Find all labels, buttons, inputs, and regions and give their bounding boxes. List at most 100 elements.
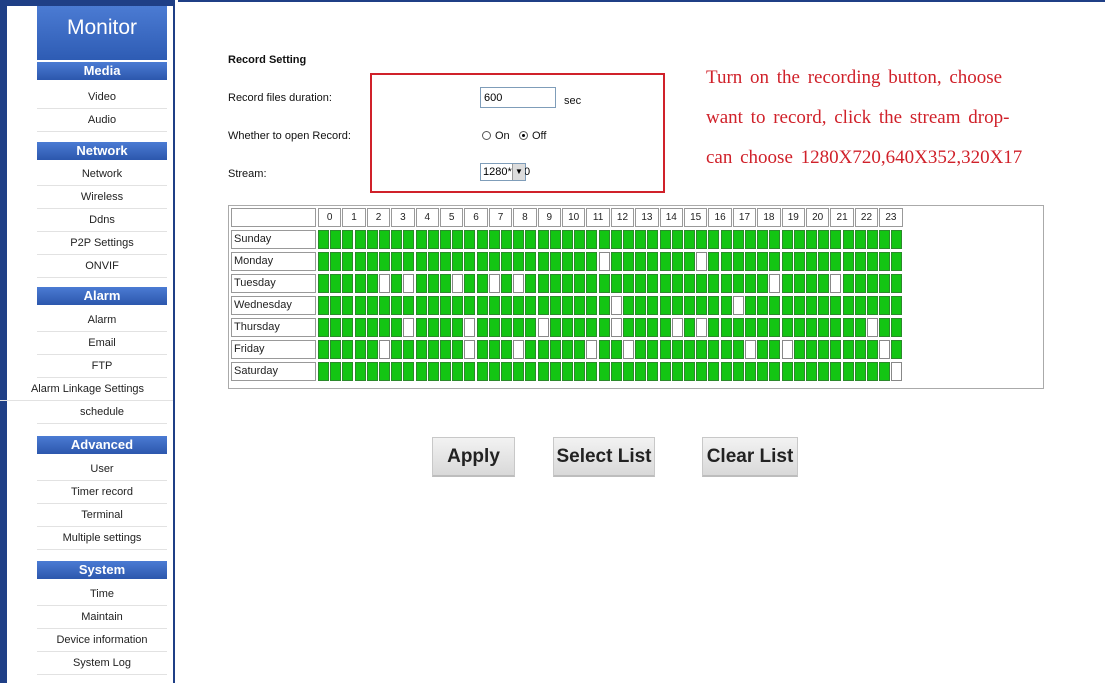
sidebar-item-onvif[interactable]: ONVIF	[37, 255, 167, 278]
schedule-slot[interactable]	[696, 230, 708, 249]
schedule-slot[interactable]	[793, 274, 805, 293]
schedule-slot[interactable]	[891, 362, 903, 381]
schedule-slot[interactable]	[537, 230, 549, 249]
schedule-slot[interactable]	[842, 274, 854, 293]
sidebar-section-media[interactable]: Media	[37, 62, 167, 80]
hour-header[interactable]: 22	[854, 208, 879, 227]
schedule-slot[interactable]	[403, 274, 415, 293]
schedule-slot[interactable]	[720, 318, 732, 337]
hour-header[interactable]: 8	[513, 208, 537, 227]
day-label[interactable]: Friday	[231, 340, 316, 359]
schedule-slot[interactable]	[854, 318, 866, 337]
schedule-slot[interactable]	[586, 340, 598, 359]
schedule-slot[interactable]	[610, 340, 622, 359]
schedule-slot[interactable]	[610, 362, 622, 381]
schedule-slot[interactable]	[769, 362, 781, 381]
schedule-slot[interactable]	[525, 230, 537, 249]
schedule-slot[interactable]	[635, 318, 647, 337]
schedule-slot[interactable]	[708, 296, 720, 315]
schedule-slot[interactable]	[745, 230, 756, 249]
schedule-slot[interactable]	[403, 296, 415, 315]
schedule-slot[interactable]	[610, 318, 622, 337]
schedule-slot[interactable]	[598, 274, 610, 293]
schedule-slot[interactable]	[781, 252, 793, 271]
schedule-slot[interactable]	[318, 318, 329, 337]
schedule-slot[interactable]	[318, 230, 329, 249]
schedule-slot[interactable]	[818, 340, 830, 359]
schedule-slot[interactable]	[574, 318, 586, 337]
hour-header[interactable]: 3	[391, 208, 415, 227]
schedule-slot[interactable]	[440, 296, 451, 315]
schedule-slot[interactable]	[842, 296, 854, 315]
schedule-slot[interactable]	[537, 296, 549, 315]
sidebar-section-advanced[interactable]: Advanced	[37, 436, 167, 454]
schedule-slot[interactable]	[318, 362, 329, 381]
schedule-slot[interactable]	[781, 230, 793, 249]
schedule-slot[interactable]	[610, 230, 622, 249]
schedule-slot[interactable]	[623, 230, 634, 249]
schedule-slot[interactable]	[830, 362, 842, 381]
schedule-slot[interactable]	[440, 252, 451, 271]
schedule-slot[interactable]	[415, 296, 427, 315]
schedule-slot[interactable]	[696, 340, 708, 359]
schedule-slot[interactable]	[818, 318, 830, 337]
schedule-slot[interactable]	[708, 274, 720, 293]
schedule-slot[interactable]	[745, 296, 756, 315]
schedule-slot[interactable]	[330, 230, 342, 249]
schedule-slot[interactable]	[452, 340, 464, 359]
schedule-slot[interactable]	[586, 230, 598, 249]
sidebar-item-maintain[interactable]: Maintain	[37, 606, 167, 629]
schedule-slot[interactable]	[354, 252, 366, 271]
schedule-slot[interactable]	[842, 318, 854, 337]
schedule-slot[interactable]	[415, 252, 427, 271]
schedule-slot[interactable]	[330, 340, 342, 359]
schedule-slot[interactable]	[366, 252, 378, 271]
schedule-slot[interactable]	[501, 340, 512, 359]
schedule-slot[interactable]	[623, 362, 634, 381]
schedule-slot[interactable]	[464, 362, 476, 381]
schedule-slot[interactable]	[769, 252, 781, 271]
schedule-slot[interactable]	[720, 274, 732, 293]
schedule-slot[interactable]	[464, 318, 476, 337]
hour-header[interactable]: 19	[781, 208, 805, 227]
schedule-slot[interactable]	[720, 362, 732, 381]
hour-header[interactable]: 14	[659, 208, 683, 227]
schedule-slot[interactable]	[366, 230, 378, 249]
schedule-slot[interactable]	[513, 318, 525, 337]
schedule-slot[interactable]	[586, 296, 598, 315]
schedule-slot[interactable]	[403, 362, 415, 381]
schedule-slot[interactable]	[427, 318, 439, 337]
schedule-slot[interactable]	[488, 274, 500, 293]
day-label[interactable]: Sunday	[231, 230, 316, 249]
hour-header[interactable]: 6	[464, 208, 488, 227]
schedule-slot[interactable]	[891, 230, 903, 249]
day-label[interactable]: Saturday	[231, 362, 316, 381]
schedule-slot[interactable]	[854, 274, 866, 293]
hour-header[interactable]: 13	[635, 208, 659, 227]
schedule-slot[interactable]	[379, 230, 390, 249]
schedule-slot[interactable]	[342, 230, 354, 249]
schedule-slot[interactable]	[696, 274, 708, 293]
schedule-slot[interactable]	[818, 230, 830, 249]
apply-button[interactable]: Apply	[432, 437, 515, 477]
sidebar-item-ddns[interactable]: Ddns	[37, 209, 167, 232]
sidebar-item-network[interactable]: Network	[37, 163, 167, 186]
schedule-slot[interactable]	[647, 230, 659, 249]
schedule-slot[interactable]	[501, 362, 512, 381]
schedule-slot[interactable]	[696, 296, 708, 315]
schedule-slot[interactable]	[745, 274, 756, 293]
schedule-slot[interactable]	[366, 296, 378, 315]
schedule-slot[interactable]	[635, 362, 647, 381]
schedule-slot[interactable]	[342, 362, 354, 381]
schedule-slot[interactable]	[598, 362, 610, 381]
schedule-slot[interactable]	[818, 296, 830, 315]
schedule-slot[interactable]	[586, 362, 598, 381]
day-label[interactable]: Monday	[231, 252, 316, 271]
schedule-slot[interactable]	[867, 252, 878, 271]
schedule-slot[interactable]	[440, 230, 451, 249]
schedule-slot[interactable]	[501, 252, 512, 271]
schedule-slot[interactable]	[537, 362, 549, 381]
schedule-slot[interactable]	[452, 318, 464, 337]
schedule-slot[interactable]	[488, 252, 500, 271]
schedule-slot[interactable]	[427, 340, 439, 359]
